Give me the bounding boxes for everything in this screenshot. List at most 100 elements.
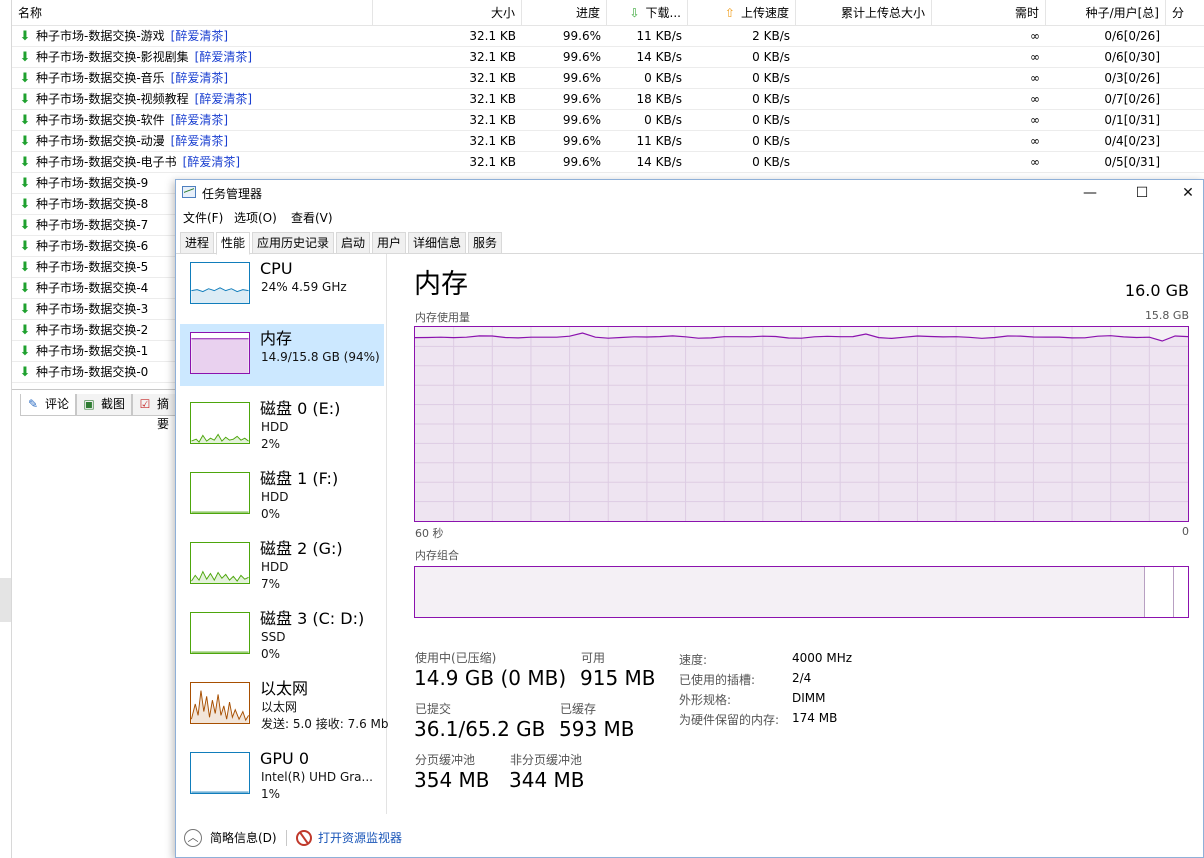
device-usage: 发送: 5.0 接收: 7.6 Mb <box>261 717 389 731</box>
title-bar[interactable]: 任务管理器 — ☐ ✕ <box>176 180 1203 206</box>
task-manager-window: 任务管理器 — ☐ ✕ 文件(F) 选项(O) 查看(V) 进程 性能 应用历史… <box>175 179 1204 858</box>
open-resource-monitor-link[interactable]: 打开资源监视器 <box>296 826 402 850</box>
device-item[interactable]: 磁盘 3 (C: D:) SSD 0% <box>180 604 384 666</box>
mini-graph-line <box>191 651 249 653</box>
hardware-reserved-label: 为硬件保留的内存: <box>679 713 780 727</box>
download-arrow-icon: ⇩ <box>629 6 640 20</box>
device-item[interactable]: 磁盘 2 (G:) HDD 7% <box>180 534 384 596</box>
cell-name: ⬇ 种子市场-数据交换-电子书 [醉爱清茶] <box>12 152 373 173</box>
device-mini-graph <box>190 472 250 514</box>
uploader-tag-link[interactable]: [醉爱清茶] <box>171 71 228 85</box>
uploader-tag-link[interactable]: [醉爱清茶] <box>171 113 228 127</box>
uploader-tag-link[interactable]: [醉爱清茶] <box>171 29 228 43</box>
tab-services[interactable]: 服务 <box>468 232 503 254</box>
torrent-row[interactable]: ⬇ 种子市场-数据交换-软件 [醉爱清茶] 32.1 KB 99.6% 0 KB/s 0 K… <box>12 110 1204 131</box>
uploader-tag-link[interactable]: [醉爱清茶] <box>171 134 228 148</box>
menu-options[interactable]: 选项(O) <box>234 209 277 226</box>
tab-app-history[interactable]: 应用历史记录 <box>252 232 335 254</box>
minimize-button[interactable]: — <box>1067 180 1113 206</box>
torrent-row[interactable]: ⬇ 种子市场-数据交换-游戏 [醉爱清茶] 32.1 KB 99.6% 11 KB/s 2 … <box>12 26 1204 47</box>
window-title: 任务管理器 <box>202 187 263 201</box>
torrent-name: 种子市场-数据交换-5 <box>36 260 149 274</box>
task-manager-icon <box>182 186 196 198</box>
column-header-download-speed[interactable]: ⇩ 下载... <box>607 0 688 26</box>
composition-standby-segment <box>1144 567 1173 617</box>
column-header-upload-speed[interactable]: ⇧ 上传速度 <box>688 0 796 26</box>
downloading-arrow-icon: ⬇ <box>19 239 31 254</box>
fewer-details-button[interactable]: ︿ 简略信息(D) <box>184 826 277 850</box>
cell-size: 32.1 KB <box>469 113 516 127</box>
device-detail: HDD <box>261 490 289 504</box>
slots-used-label: 已使用的插槽: <box>679 673 756 687</box>
menu-view[interactable]: 查看(V) <box>291 209 333 226</box>
uploader-tag-link[interactable]: [醉爱清茶] <box>195 50 252 64</box>
torrent-name: 种子市场-数据交换-7 <box>36 218 149 232</box>
memory-usage-chart <box>414 327 1189 521</box>
downloading-arrow-icon: ⬇ <box>19 197 31 212</box>
cell-eta: ∞ <box>1030 50 1040 64</box>
cell-progress: 99.6% <box>562 50 601 64</box>
memory-total: 16.0 GB <box>1124 281 1189 300</box>
torrent-name: 种子市场-数据交换-动漫 <box>36 134 165 148</box>
tab-bar: 进程 性能 应用历史记录 启动 用户 详细信息 服务 <box>176 230 1203 255</box>
column-header-size[interactable]: 大小 <box>373 0 522 26</box>
torrent-name: 种子市场-数据交换-9 <box>36 176 149 190</box>
column-header-name[interactable]: 名称 <box>12 0 373 26</box>
device-item[interactable]: 磁盘 0 (E:) HDD 2% <box>180 394 384 456</box>
torrent-row[interactable]: ⬇ 种子市场-数据交换-视频教程 [醉爱清茶] 32.1 KB 99.6% 18 KB/s… <box>12 89 1204 110</box>
cell-name: ⬇ 种子市场-数据交换-动漫 [醉爱清茶] <box>12 131 373 152</box>
device-item[interactable]: 内存 14.9/15.8 GB (94%) <box>180 324 384 386</box>
device-item[interactable]: 磁盘 1 (F:) HDD 0% <box>180 464 384 526</box>
downloading-arrow-icon: ⬇ <box>19 323 31 338</box>
device-item[interactable]: GPU 0 Intel(R) UHD Gra... 1% <box>180 744 384 806</box>
cell-download-speed: 18 KB/s <box>636 92 682 106</box>
mini-graph-line <box>191 287 249 303</box>
form-factor-label: 外形规格: <box>679 693 732 707</box>
maximize-button[interactable]: ☐ <box>1119 180 1165 206</box>
tab-startup[interactable]: 启动 <box>336 232 371 254</box>
cell-seeds-peers: 0/3[0/26] <box>1104 71 1160 85</box>
tab-comments[interactable]: ✎ 评论 <box>20 394 77 416</box>
footer-bar: ︿ 简略信息(D) 打开资源监视器 <box>176 820 1203 857</box>
cell-progress: 99.6% <box>562 92 601 106</box>
cell-seeds-peers: 0/6[0/30] <box>1104 50 1160 64</box>
device-item[interactable]: CPU 24% 4.59 GHz <box>180 254 384 316</box>
tab-details[interactable]: 详细信息 <box>408 232 467 254</box>
torrent-row[interactable]: ⬇ 种子市场-数据交换-电子书 [醉爱清茶] 32.1 KB 99.6% 14 KB/s 0… <box>12 152 1204 173</box>
column-header-share[interactable]: 分 <box>1166 0 1204 26</box>
uploader-tag-link[interactable]: [醉爱清茶] <box>195 92 252 106</box>
device-list: CPU 24% 4.59 GHz 内存 14.9/15.8 GB (94%) 磁盘 0 … <box>176 254 388 814</box>
column-header-eta[interactable]: 需时 <box>932 0 1046 26</box>
device-item[interactable]: 以太网 以太网 发送: 5.0 接收: 7.6 Mb <box>180 674 388 736</box>
device-mini-graph <box>190 612 250 654</box>
tab-users[interactable]: 用户 <box>372 232 407 254</box>
graph-time-right: 0 <box>1182 525 1189 538</box>
uploader-tag-link[interactable]: [醉爱清茶] <box>183 155 240 169</box>
upload-arrow-icon: ⇧ <box>724 6 735 20</box>
tab-screenshots[interactable]: ▣ 截图 <box>76 394 133 416</box>
device-mini-graph <box>190 402 250 444</box>
torrent-name: 种子市场-数据交换-1 <box>36 344 149 358</box>
column-header-seeds-peers[interactable]: 种子/用户[总] <box>1046 0 1166 26</box>
downloading-arrow-icon: ⬇ <box>19 71 31 86</box>
cell-download-speed: 14 KB/s <box>636 50 682 64</box>
cell-eta: ∞ <box>1030 71 1040 85</box>
left-panel-item[interactable] <box>0 600 11 622</box>
torrent-row[interactable]: ⬇ 种子市场-数据交换-音乐 [醉爱清茶] 32.1 KB 99.6% 0 KB/s 0 K… <box>12 68 1204 89</box>
tab-processes[interactable]: 进程 <box>180 232 215 254</box>
device-mini-graph <box>190 682 250 724</box>
column-header-total-uploaded[interactable]: 累计上传总大小 <box>796 0 932 26</box>
cell-download-speed: 0 KB/s <box>644 113 682 127</box>
tab-performance[interactable]: 性能 <box>216 232 251 255</box>
column-header-progress[interactable]: 进度 <box>522 0 607 26</box>
cell-size: 32.1 KB <box>469 134 516 148</box>
left-panel-item[interactable] <box>0 578 11 600</box>
downloading-arrow-icon: ⬇ <box>19 281 31 296</box>
torrent-row[interactable]: ⬇ 种子市场-数据交换-影视剧集 [醉爱清茶] 32.1 KB 99.6% 14 KB/s… <box>12 47 1204 68</box>
menu-file[interactable]: 文件(F) <box>183 209 223 226</box>
cell-upload-speed: 0 KB/s <box>752 155 790 169</box>
downloading-arrow-icon: ⬇ <box>19 50 31 65</box>
torrent-row[interactable]: ⬇ 种子市场-数据交换-动漫 [醉爱清茶] 32.1 KB 99.6% 11 KB/s 0 … <box>12 131 1204 152</box>
detail-tabs: ✎ 评论 ▣ 截图 ☑ 摘要 <box>12 389 182 431</box>
close-button[interactable]: ✕ <box>1165 180 1203 206</box>
